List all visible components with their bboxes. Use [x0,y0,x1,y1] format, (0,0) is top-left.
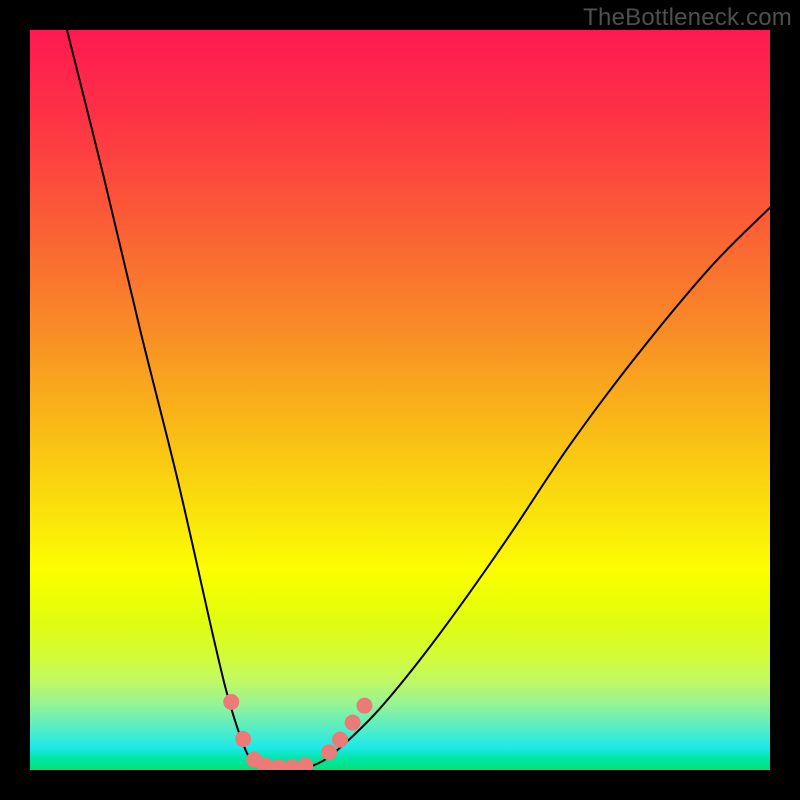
data-point [297,758,313,770]
watermark-text: TheBottleneck.com [583,4,792,32]
chart-frame: TheBottleneck.com [0,0,800,800]
data-point [332,732,348,748]
data-point [223,694,239,710]
data-point [345,715,361,731]
plot-area [30,30,770,770]
curve-right-branch [311,208,770,767]
data-point [356,698,372,714]
chart-svg [30,30,770,770]
data-point [235,731,251,747]
data-point [321,744,337,760]
curve-left-branch [67,30,263,766]
